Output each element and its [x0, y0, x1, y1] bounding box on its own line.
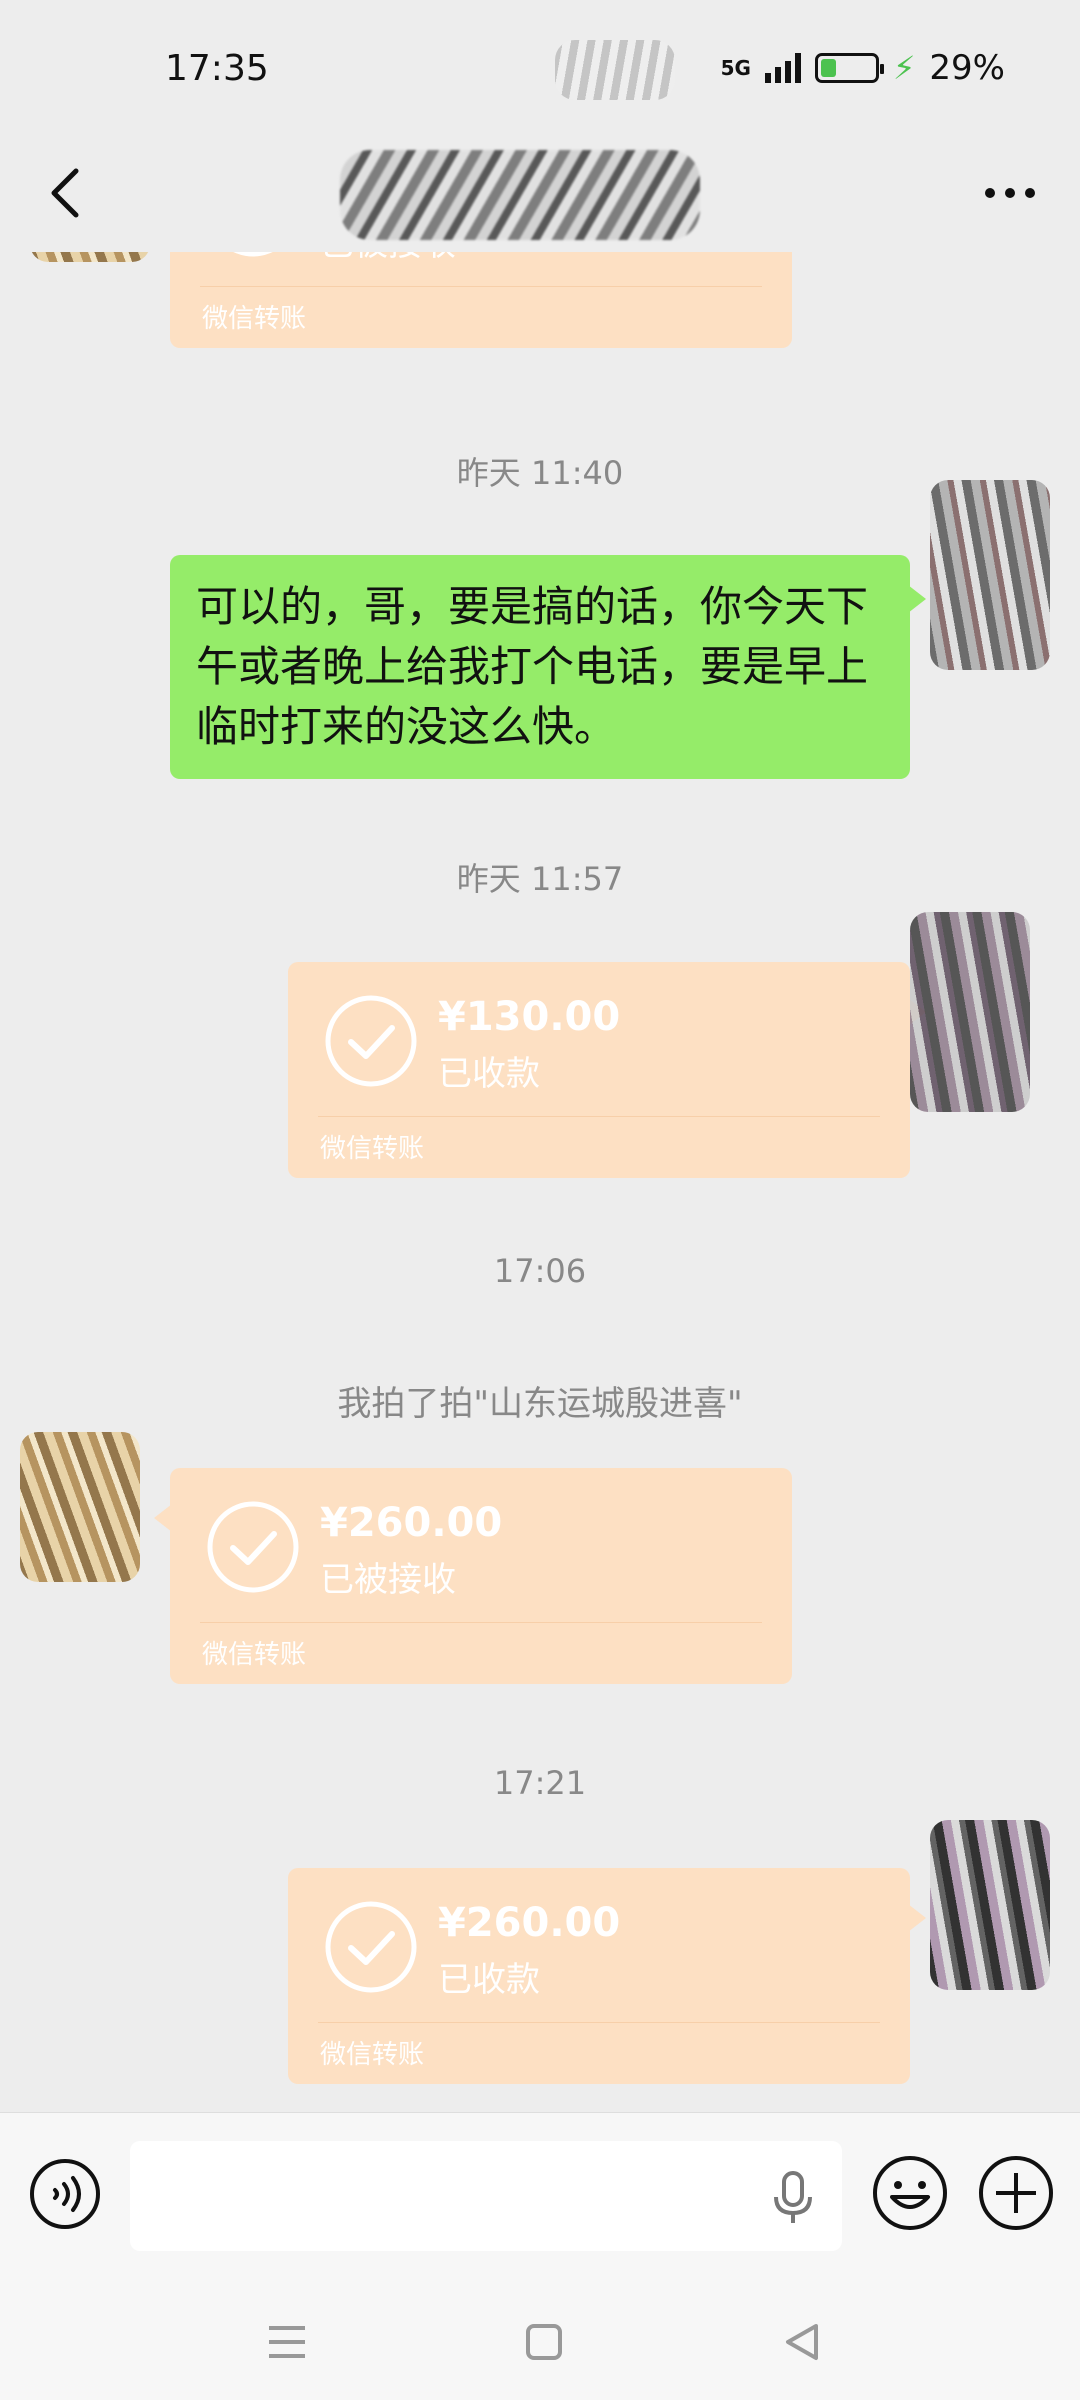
chat-area[interactable]: 已被接收 微信转账 昨天 11:40 可以的，哥，要是搞的话，你今天下午或者晚上… [0, 252, 1080, 2112]
avatar[interactable] [910, 912, 1030, 1112]
divider [200, 1622, 762, 1623]
back-triangle-icon [786, 2324, 818, 2360]
check-circle-icon [325, 1901, 417, 1993]
transfer-card[interactable]: ¥260.00 已被接收 微信转账 [154, 1468, 792, 1684]
transfer-label: 微信转账 [320, 1134, 425, 1164]
battery-icon [814, 53, 884, 83]
transfer-label: 微信转账 [202, 304, 307, 334]
status-bar: 17:35 5G ⚡ 29% [0, 0, 1080, 140]
check-circle-icon [233, 252, 273, 257]
text-message-bubble[interactable]: 可以的，哥，要是搞的话，你今天下午或者晚上给我打个电话，要是早上临时打来的没这么… [170, 555, 926, 779]
avatar[interactable] [20, 1432, 140, 1582]
nav-back-button[interactable] [772, 2312, 832, 2372]
microphone-icon[interactable] [768, 2171, 818, 2225]
nav-menu-button[interactable] [257, 2312, 317, 2372]
transfer-card[interactable]: ¥260.00 已收款 微信转账 [288, 1868, 926, 2084]
check-circle-icon [325, 995, 417, 1087]
divider [318, 1116, 880, 1117]
battery-fill [820, 59, 837, 77]
more-dots-icon [985, 188, 1035, 198]
system-nav-bar [0, 2282, 1080, 2400]
avatar[interactable] [30, 252, 150, 262]
timestamp: 昨天 11:57 [456, 860, 624, 898]
status-indicators: 5G ⚡ 29% [721, 48, 1005, 88]
transfer-card[interactable]: 已被接收 微信转账 [170, 252, 792, 348]
more-button[interactable] [970, 158, 1050, 228]
timestamp: 昨天 11:40 [456, 454, 624, 492]
battery-percent: 29% [929, 48, 1005, 88]
transfer-state: 已收款 [438, 1960, 540, 2000]
status-time: 17:35 [165, 48, 269, 89]
transfer-state: 已被接收 [320, 252, 456, 265]
message-input[interactable] [130, 2141, 842, 2251]
voice-icon[interactable] [28, 2157, 102, 2231]
transfer-card[interactable]: ¥130.00 已收款 微信转账 [288, 962, 926, 1178]
transfer-amount: ¥260.00 [438, 1900, 621, 1946]
divider [318, 2022, 880, 2023]
chat-header [0, 140, 1080, 252]
chevron-left-icon [51, 168, 79, 218]
chat-title-obscured [340, 150, 700, 240]
avatar[interactable] [930, 480, 1050, 670]
emoji-icon[interactable] [870, 2153, 950, 2233]
transfer-label: 微信转账 [320, 2040, 425, 2070]
plus-icon[interactable] [976, 2153, 1056, 2233]
back-button[interactable] [30, 158, 100, 228]
check-circle-icon [207, 1501, 299, 1593]
transfer-label: 微信转账 [202, 1640, 307, 1670]
divider [200, 286, 762, 287]
message-text: 可以的，哥，要是搞的话，你今天下午或者晚上给我打个电话，要是早上临时打来的没这么… [196, 582, 869, 751]
status-obscured-area [555, 40, 675, 100]
transfer-state: 已被接收 [320, 1560, 456, 1600]
transfer-amount: ¥260.00 [320, 1500, 503, 1546]
timestamp: 17:06 [493, 1252, 587, 1290]
nav-home-button[interactable] [514, 2312, 574, 2372]
charging-icon: ⚡ [892, 49, 916, 87]
signal-icon [764, 53, 801, 83]
avatar[interactable] [930, 1820, 1050, 1990]
menu-icon [269, 2326, 305, 2358]
input-bar [0, 2112, 1080, 2282]
home-square-icon [526, 2324, 562, 2360]
network-label: 5G [720, 56, 751, 80]
timestamp: 17:21 [493, 1764, 587, 1802]
transfer-state: 已收款 [438, 1054, 540, 1094]
system-message: 我拍了拍"山东运城殷进喜" [337, 1384, 743, 1424]
transfer-amount: ¥130.00 [438, 994, 621, 1040]
